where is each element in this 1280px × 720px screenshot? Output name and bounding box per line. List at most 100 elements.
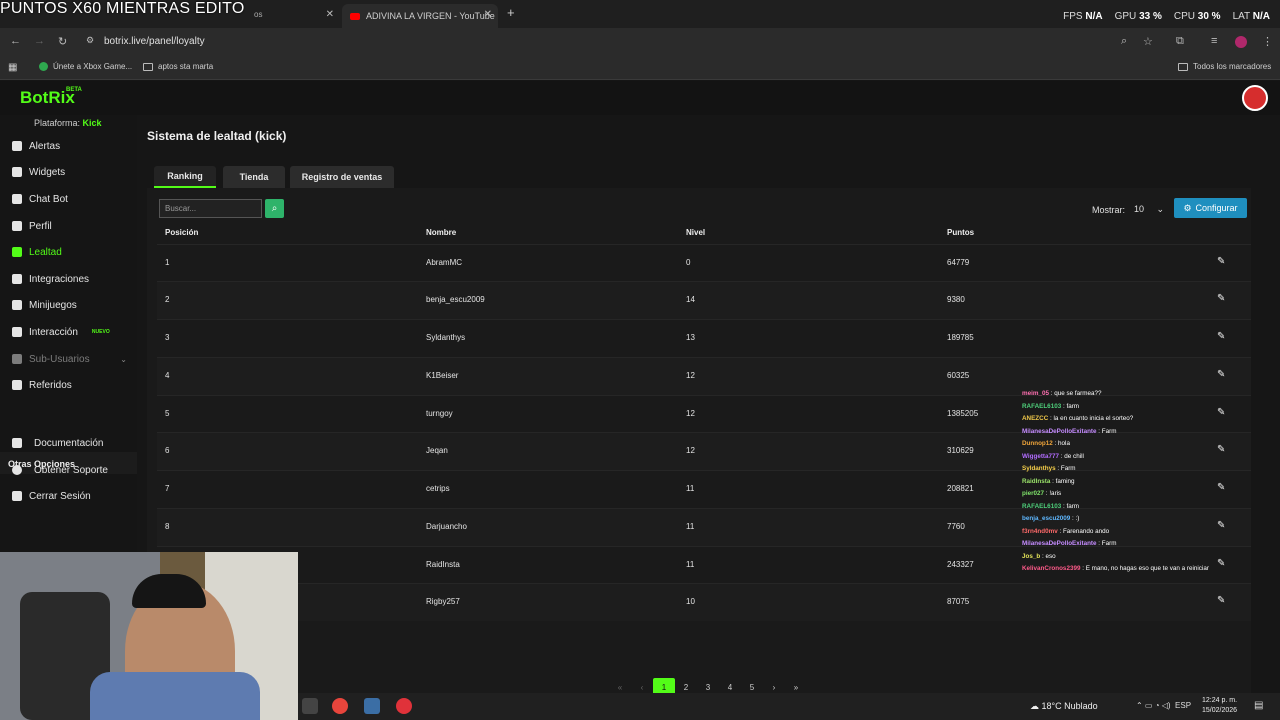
chat-text: la en cuanto inicia el sorteo?: [1053, 415, 1134, 422]
clock[interactable]: 12:24 p. m. 15/02/2026: [1202, 696, 1237, 716]
sidebar-item-label: Documentación: [34, 437, 104, 449]
chat-text: :): [1075, 515, 1080, 522]
tab-registro-ventas[interactable]: Registro de ventas: [290, 166, 394, 188]
chat-message: pier027 : !aris: [1022, 490, 1062, 497]
chat-text: de chill: [1064, 452, 1084, 460]
chat-username: RaidInsta: [1022, 477, 1051, 485]
cell-level: 12: [686, 371, 695, 380]
sidebar-item-perfil[interactable]: Perfil: [0, 215, 137, 237]
bookmark-star-icon[interactable]: ☆: [1143, 35, 1153, 48]
menu-icon[interactable]: ⋮: [1262, 35, 1273, 48]
sidebar-item-lealtad[interactable]: Lealtad: [0, 241, 137, 263]
search-input[interactable]: Buscar...: [159, 199, 262, 218]
cell-points: 310629: [947, 446, 974, 455]
sidebar-item-alertas[interactable]: Alertas: [0, 135, 137, 157]
notifications-icon[interactable]: ▤: [1254, 700, 1263, 711]
sidebar-item-interaccion[interactable]: Interacción NUEVO: [0, 321, 137, 343]
bookmark-xbox[interactable]: Únete a Xbox Game...: [39, 62, 132, 71]
sidebar-item-chatbot[interactable]: Chat Bot: [0, 188, 137, 210]
edit-icon[interactable]: ✎: [1217, 595, 1225, 606]
chat-message: Dunnop12 : hola: [1022, 440, 1070, 447]
edit-icon[interactable]: ✎: [1217, 369, 1225, 380]
sidebar-item-integraciones[interactable]: Integraciones: [0, 268, 137, 290]
lat-label: LAT: [1232, 11, 1250, 22]
column-header-points[interactable]: Puntos: [947, 228, 974, 237]
app-icon[interactable]: [302, 698, 318, 714]
extensions-icon[interactable]: ⧉: [1176, 35, 1184, 48]
column-header-level[interactable]: Nivel: [686, 228, 705, 237]
robot-icon: [12, 194, 22, 204]
help-icon: [12, 465, 22, 475]
close-icon[interactable]: ✕: [326, 9, 334, 20]
cell-name: Jeqan: [426, 446, 448, 455]
tab-youtube[interactable]: ADIVINA LA VIRGEN - YouTube ✕: [342, 4, 498, 28]
sidebar-item-subusuarios[interactable]: Sub-Usuarios ⌄: [0, 348, 137, 370]
forward-icon[interactable]: →: [34, 35, 45, 47]
back-icon[interactable]: ←: [10, 35, 21, 47]
cell-points: 9380: [947, 295, 965, 304]
sidebar-item-cerrar-sesion[interactable]: Cerrar Sesión: [0, 485, 137, 507]
chat-username: Dunnop12: [1022, 440, 1053, 447]
chat-username: RAFAEL6103: [1022, 402, 1062, 410]
chat-text: Farm: [1101, 427, 1117, 435]
sidebar-item-widgets[interactable]: Widgets: [0, 161, 137, 183]
bookmark-aptos[interactable]: aptos sta marta: [143, 62, 213, 71]
configure-button[interactable]: ⚙ Configurar: [1174, 198, 1247, 218]
chat-text: !aris: [1049, 490, 1062, 497]
reload-icon[interactable]: ↻: [58, 35, 67, 48]
chat-username: benja_escu2009: [1022, 515, 1071, 522]
chat-username: Wiggetta777: [1022, 452, 1060, 460]
edit-icon[interactable]: ✎: [1217, 331, 1225, 342]
sidebar-item-label: Integraciones: [29, 273, 90, 285]
chat-username: pier027: [1022, 490, 1045, 497]
windows-taskbar: ☁ 18°C Nublado ⌃ ▭ ◔ ◁) ESP 12:24 p. m. 1…: [298, 693, 1280, 720]
cell-position: 1: [165, 258, 170, 267]
cell-name: benja_escu2009: [426, 295, 485, 304]
sidebar-item-documentacion[interactable]: Documentación: [0, 432, 137, 454]
cell-position: 8: [165, 522, 170, 531]
zoom-icon[interactable]: ⌕: [1121, 35, 1127, 48]
sidebar-item-minijuegos[interactable]: Minijuegos: [0, 294, 137, 316]
window-icon[interactable]: [364, 698, 380, 714]
obs-icon[interactable]: [396, 698, 412, 714]
edit-icon[interactable]: ✎: [1217, 293, 1225, 304]
search-button[interactable]: ⌕: [265, 199, 284, 218]
user-avatar[interactable]: [1242, 85, 1268, 111]
cell-name: Rigby257: [426, 597, 460, 606]
cell-points: 64779: [947, 258, 970, 267]
tab-ranking[interactable]: Ranking: [154, 166, 216, 188]
sidebar-item-referidos[interactable]: Referidos: [0, 374, 137, 396]
url-field[interactable]: botrix.live/panel/loyalty: [104, 36, 205, 47]
column-header-name[interactable]: Nombre: [426, 228, 456, 237]
language-indicator[interactable]: ESP: [1175, 701, 1191, 710]
chat-username: ANEZCC: [1022, 415, 1049, 422]
tab-tienda[interactable]: Tienda: [223, 166, 285, 188]
page-size-control: Mostrar: 10 ⌄: [1092, 202, 1168, 218]
edit-icon[interactable]: ✎: [1217, 256, 1225, 267]
sidebar-item-soporte[interactable]: Obtener Soporte: [0, 459, 137, 481]
media-icon[interactable]: ≡: [1211, 35, 1217, 47]
column-header-position[interactable]: Posición: [165, 228, 198, 237]
apps-grid-icon[interactable]: ▦: [8, 62, 17, 73]
cell-points: 60325: [947, 371, 970, 380]
cpu-value: 30 %: [1197, 11, 1221, 22]
new-tab-button[interactable]: +: [507, 5, 515, 20]
system-tray[interactable]: ⌃ ▭ ◔ ◁) ESP: [1136, 701, 1191, 710]
chat-message: ANEZCC : la en cuanto inicia el sorteo?: [1022, 415, 1134, 422]
chrome-icon[interactable]: [332, 698, 348, 714]
all-bookmarks[interactable]: Todos los marcadores: [1178, 62, 1271, 71]
cell-position: 7: [165, 484, 170, 493]
sidebar-item-label: Referidos: [29, 379, 72, 391]
cell-position: 4: [165, 371, 170, 380]
cell-level: 12: [686, 409, 695, 418]
tab-title: os: [254, 10, 263, 19]
weather-widget[interactable]: ☁ 18°C Nublado: [1030, 701, 1098, 712]
page-size-select[interactable]: 10 ⌄: [1131, 202, 1168, 218]
site-info-icon[interactable]: ⚙: [86, 35, 94, 46]
profile-avatar[interactable]: [1235, 36, 1247, 48]
cell-position: 5: [165, 409, 170, 418]
platform-value: Kick: [82, 118, 102, 128]
close-icon[interactable]: ✕: [484, 9, 492, 20]
cell-name: K1Beiser: [426, 371, 459, 380]
gears-icon: ⚙: [1183, 202, 1192, 213]
